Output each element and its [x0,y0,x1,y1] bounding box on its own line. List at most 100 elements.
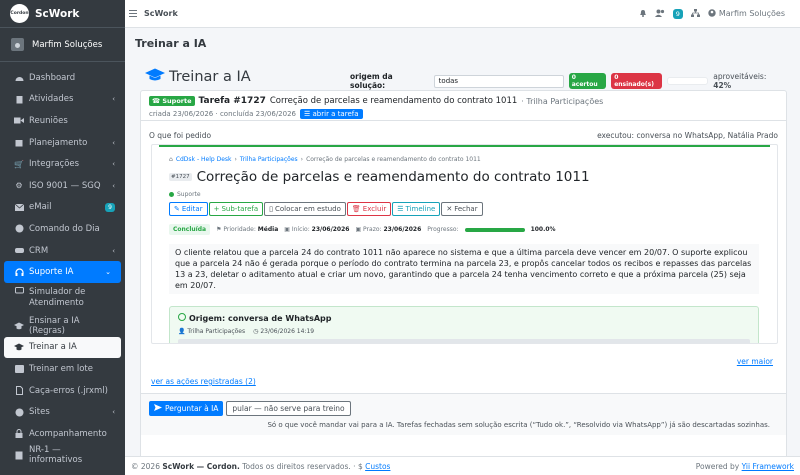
delete-button[interactable]: 🗑 Excluir [346,202,392,216]
task-preview-frame[interactable]: ⌂ CdDsk - Help Desk › Trilha Participaçõ… [151,144,778,344]
preview-status-label: Suporte [177,191,201,198]
ver-maior-link[interactable]: ver maior [737,357,773,366]
sidebar-item-reunioes[interactable]: Reuniões [0,110,125,132]
study-button[interactable]: ▯ Colocar em estudo [264,202,346,216]
lock-icon [14,429,24,439]
timeline-button[interactable]: ☰ Timeline [392,202,441,216]
open-task-button[interactable]: ☰ abrir a tarefa [300,109,363,119]
user-name: Marfim Soluções [32,39,103,50]
topbar-title: ScWork [144,9,178,18]
sidebar-item-crm[interactable]: CRM ‹ [0,240,125,262]
brand-logo: Cordon [10,4,29,23]
sidebar-item-treinar-ia[interactable]: Treinar a IA [4,336,121,359]
sidebar-item-label: Integrações [29,159,80,170]
graduation-cap-icon [14,321,24,330]
timeline-label: Timeline [405,205,436,213]
origem-title-text: Origem: conversa de WhatsApp [189,313,332,323]
sidebar-item-atividades[interactable]: Atividades ‹ [0,89,125,111]
ensinado-badge: 0 ensinado(s) [611,73,663,89]
sidebar-item-label: Treinar a IA [29,342,77,353]
ver-acoes-link[interactable]: ver as ações registradas (2) [151,377,256,386]
sidebar-item-label: CRM [29,245,49,256]
copyright-brand: ScWork — Cordon. [162,461,240,471]
start-date: ▣ Início: 23/06/2026 [284,226,349,233]
origem-meta: 👤 Trilha Participações ◷ 23/06/2026 14:1… [178,328,750,335]
aproveitaveis-label: aproveitáveis: [713,72,767,81]
sidebar-item-label: Simulador de Atendimento [29,286,86,308]
topbar-user[interactable]: Marfim Soluções [708,8,785,19]
status-badge: Concluída [169,224,211,235]
sidebar-item-suporte-ia[interactable]: Suporte IA ⌄ [4,261,121,283]
sidebar-item-sites[interactable]: Sites ‹ [0,401,125,423]
whatsapp-icon [178,313,186,323]
sidebar-nav: Dashboard Atividades ‹ Reuniões Planejam… [0,62,125,466]
sidebar-item-label: Planejamento [29,137,88,148]
sidebar-item-nr1[interactable]: NR-1 — informativos [0,445,125,467]
powered-by: Powered by Yii Framework [696,462,794,471]
page-header: Treinar a IA [135,37,207,50]
sidebar-item-label: ISO 9001 — SGQ [29,180,101,191]
due-label: Prazo: [363,226,382,233]
gear-icon: ⚙ [15,181,23,191]
priority: ⚑ Prioridade: Média [216,226,278,233]
handshake-icon [14,246,24,255]
skip-button[interactable]: pular — não serve para treino [226,401,351,416]
sidebar-item-integracoes[interactable]: 🛒 Integrações ‹ [0,153,125,175]
menu-toggle-icon[interactable] [129,10,137,17]
breadcrumb: ⌂ CdDsk - Help Desk › Trilha Participaçõ… [169,156,760,163]
bell-icon[interactable] [639,8,647,19]
status-dot-icon [169,192,174,197]
chevron-left-icon: ‹ [112,181,115,190]
sidebar-item-email[interactable]: eMail 9 [0,197,125,219]
task-card: ☎ Suporte Tarefa #1727 Correção de parce… [140,90,787,464]
page-footer: © 2026 ScWork — Cordon. Todos os direito… [125,456,800,475]
calendar-icon [14,138,24,147]
sidebar-item-label: Dashboard [29,72,76,83]
priority-value: Média [257,226,279,233]
powered-label: Powered by [695,461,740,471]
user-panel[interactable]: Marfim Soluções [0,28,125,62]
subtask-button[interactable]: + Sub-tarefa [208,202,264,216]
origem-project-text: Trilha Participações [187,328,246,335]
users-icon[interactable] [654,9,665,19]
sidebar-item-planejamento[interactable]: Planejamento ‹ [0,132,125,154]
file-icon: ▯ [269,205,274,213]
brand[interactable]: Cordon ScWork [0,0,125,28]
close-task-button[interactable]: ✕ Fechar [441,202,483,216]
ask-ai-button[interactable]: Perguntar à IA [149,401,224,416]
breadcrumb-helpdesk[interactable]: CdDsk - Help Desk [176,156,232,163]
file-icon [14,386,24,396]
user-avatar-icon [11,38,24,51]
sidebar-item-dashboard[interactable]: Dashboard [0,67,125,89]
sidebar-item-acompanhamento[interactable]: Acompanhamento [0,423,125,445]
sidebar-item-ensinar-ia[interactable]: Ensinar a IA (Regras) [0,315,125,337]
sidebar-item-caca-erros[interactable]: Caça-erros (.jrxml) [0,380,125,402]
sidebar-item-comando-do-dia[interactable]: Comando do Dia [0,218,125,240]
framework-link[interactable]: Yii Framework [742,462,794,471]
ask-ai-label: Perguntar à IA [165,404,219,413]
pencil-icon: ✎ [174,205,180,213]
task-preview: ⌂ CdDsk - Help Desk › Trilha Participaçõ… [159,145,770,343]
custos-link[interactable]: Custos [365,462,390,471]
sidebar-item-treinar-lote[interactable]: Treinar em lote [0,358,125,380]
sidebar-item-label: eMail [29,202,52,213]
edit-button[interactable]: ✎ Editar [169,202,208,216]
sidebar-item-iso[interactable]: ⚙ ISO 9001 — SGQ ‹ [0,175,125,197]
sidebar-item-simulador[interactable]: Simulador de Atendimento [0,283,125,315]
topbar-count-badge[interactable]: 9 [672,8,683,19]
dollar-icon: $ [357,461,363,471]
origem-select[interactable]: todas [433,74,564,88]
copyright-rights: Todos os direitos reservados. [242,461,351,471]
close-icon: ✕ [446,205,453,213]
chevron-down-icon: ⌄ [105,268,111,277]
sidebar-item-label: Sites [29,407,50,418]
suporte-tag-label: Suporte [162,97,192,105]
sitemap-icon[interactable] [690,8,700,19]
send-icon [154,404,162,413]
executou-info: executou: conversa no WhatsApp, Natália … [597,131,778,140]
task-title: Correção de parcelas e reamendamento do … [269,96,518,106]
breadcrumb-project[interactable]: Trilha Participações [240,156,298,163]
sidebar-item-label: Reuniões [29,115,68,126]
origem-project: 👤 Trilha Participações [178,328,245,335]
graduation-cap-icon [14,343,24,352]
